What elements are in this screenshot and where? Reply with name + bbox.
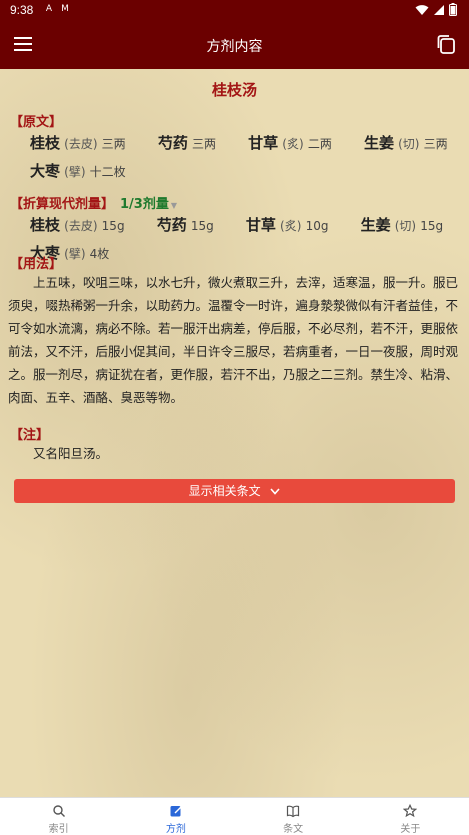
signal-icon (434, 4, 444, 15)
herb-item: 芍药 三两 (136, 130, 216, 158)
original-label: 【原文】 (10, 115, 63, 130)
herb-dose: 15g (190, 219, 214, 233)
modern-dose-label-text: 【折算现代剂量】 (10, 197, 115, 212)
herb-name: 甘草 (245, 216, 276, 234)
bottom-nav: 索引 方剂 条文 关于 (0, 797, 469, 835)
page-title: 方剂内容 (206, 39, 263, 55)
herb-item: 大枣 (擘) 十二枚 (8, 158, 126, 186)
battery-icon (449, 3, 457, 16)
herb-name: 芍药 (156, 216, 187, 234)
modern-dose-label: 【折算现代剂量】 1/3剂量 ▼ (10, 193, 177, 212)
herb-dose: 10g (305, 219, 329, 233)
original-herbs: 桂枝 (去皮) 三两 芍药 三两 甘草 (炙) 二两 生姜 (切) 三两 大枣 … (8, 130, 461, 186)
wifi-icon (415, 4, 429, 15)
dose-ratio-text: 1/3剂量 (120, 197, 169, 212)
nav-item-formula[interactable]: 方剂 (117, 798, 234, 835)
show-related-label: 显示相关条文 (188, 484, 261, 498)
formula-title: 桂枝汤 (211, 81, 257, 99)
modern-herbs: 桂枝 (去皮) 15g 芍药 15g 甘草 (炙) 10g 生姜 (切) 15g… (8, 212, 461, 268)
notification-a-icon: A (45, 4, 53, 14)
herb-name: 生姜 (360, 216, 391, 234)
herb-dose: 4枚 (89, 247, 110, 261)
herb-item: 甘草 (炙) 二两 (226, 130, 332, 158)
herb-name: 芍药 (157, 134, 188, 152)
herb-prep: (切) (394, 219, 417, 233)
nav-item-clauses[interactable]: 条文 (235, 798, 352, 835)
status-notification-icons: A M (44, 4, 70, 14)
herb-dose: 15g (101, 219, 125, 233)
usage-label: 【用法】 (10, 257, 63, 272)
dose-ratio-selector[interactable]: 1/3剂量 ▼ (120, 197, 177, 212)
status-right-icons (415, 3, 457, 16)
nav-label: 关于 (400, 824, 421, 835)
status-time: 9:38 (10, 3, 34, 17)
formula-content: 桂枝汤 【原文】 桂枝 (去皮) 三两 芍药 三两 甘草 (炙) 二两 生姜 (… (0, 69, 469, 797)
herb-name: 甘草 (248, 134, 279, 152)
herb-name: 桂枝 (30, 134, 61, 152)
herb-prep: (擘) (64, 165, 86, 179)
star-icon (403, 804, 418, 818)
herb-item: 生姜 (切) 三两 (342, 130, 448, 158)
app-bar: 方剂内容 (0, 22, 469, 69)
usage-text: 上五味，㕮咀三味，以水七升，微火煮取三升，去滓，适寒温，服一升。服已须臾，啜热稀… (8, 275, 459, 405)
search-icon (52, 805, 65, 817)
nav-label: 条文 (283, 824, 304, 835)
note-label: 【注】 (10, 428, 50, 443)
herb-dose: 十二枚 (89, 165, 126, 179)
status-bar: 9:38 A M (0, 0, 469, 22)
herb-dose: 二两 (307, 137, 332, 151)
nav-label: 索引 (48, 824, 69, 835)
nav-label: 方剂 (165, 824, 186, 835)
herb-item: 芍药 15g (135, 212, 214, 240)
herb-dose: 三两 (101, 137, 126, 151)
herb-prep: (去皮) (64, 219, 98, 233)
herb-prep: (炙) (280, 219, 302, 233)
herb-item: 生姜 (切) 15g (339, 212, 444, 240)
dropdown-arrow-icon: ▼ (170, 201, 178, 210)
notification-m-icon: M (61, 4, 69, 14)
show-related-button[interactable]: 显示相关条文 (14, 479, 455, 503)
herb-dose: 三两 (191, 137, 216, 151)
book-icon (287, 805, 300, 818)
copy-icon[interactable] (435, 33, 457, 55)
edit-icon (170, 806, 182, 817)
nav-item-index[interactable]: 索引 (0, 798, 117, 835)
herb-prep: (擘) (64, 247, 86, 261)
herb-name: 生姜 (363, 134, 394, 152)
herb-dose: 三两 (423, 137, 448, 151)
chevron-down-icon (270, 488, 281, 495)
herb-prep: (炙) (282, 137, 304, 151)
herb-item: 甘草 (炙) 10g (224, 212, 329, 240)
herb-item: 桂枝 (去皮) 三两 (8, 130, 126, 158)
herb-name: 大枣 (30, 162, 61, 180)
herb-prep: (切) (398, 137, 420, 151)
nav-item-about[interactable]: 关于 (352, 798, 469, 835)
herb-name: 桂枝 (30, 216, 61, 234)
herb-dose: 15g (420, 219, 444, 233)
herb-item: 桂枝 (去皮) 15g (8, 212, 125, 240)
note-text: 又名阳旦汤。 (33, 446, 109, 461)
herb-prep: (去皮) (64, 137, 98, 151)
